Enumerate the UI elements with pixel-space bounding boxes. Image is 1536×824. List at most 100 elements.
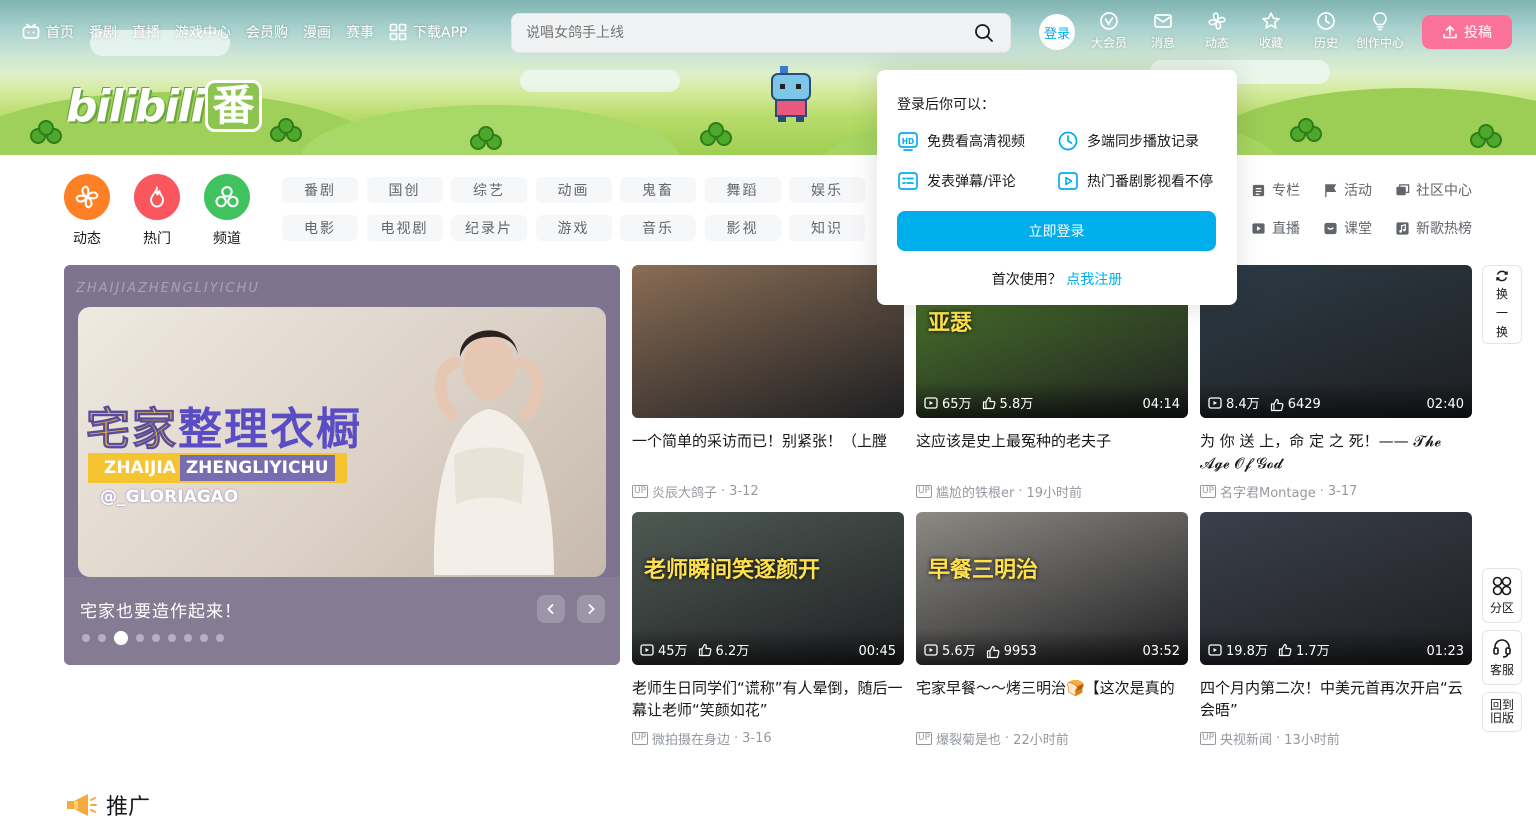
nav-download-app[interactable]: 下载APP xyxy=(389,22,467,42)
video-title[interactable]: 宅家早餐～～烤三明治🍞【这次是真的 xyxy=(916,677,1188,721)
channel-chip[interactable]: 综艺 xyxy=(451,177,527,203)
clock-icon xyxy=(1058,131,1078,151)
video-date: 3-16 xyxy=(742,731,772,746)
meta-separator: · xyxy=(721,484,726,499)
link-live[interactable]: 直播 xyxy=(1251,218,1323,238)
carousel-dot[interactable] xyxy=(184,634,192,642)
video-author[interactable]: 尴尬的铁根er xyxy=(936,482,1014,501)
upload-button[interactable]: 投稿 xyxy=(1422,15,1512,49)
search-button[interactable] xyxy=(972,21,996,45)
header-creator-center[interactable]: 创作中心 xyxy=(1356,11,1404,51)
channel-chip[interactable]: 游戏 xyxy=(535,215,612,241)
nav-manga[interactable]: 漫画 xyxy=(303,22,331,42)
carousel-dot[interactable] xyxy=(216,634,224,642)
carousel-prev-button[interactable] xyxy=(537,595,565,623)
upload-button-label: 投稿 xyxy=(1464,25,1492,41)
quick-channels-label: 频道 xyxy=(213,231,241,247)
carousel-dots xyxy=(82,631,224,645)
customer-service-button[interactable]: 客服 xyxy=(1482,630,1522,685)
search-input[interactable] xyxy=(526,25,972,41)
channel-chip[interactable]: 影视 xyxy=(704,215,781,241)
featured-carousel[interactable]: ZHAIJIAZHENGLIYICHU 宅家整理衣橱 ZHAIJIA ZHENGL… xyxy=(64,265,620,665)
link-column-label: 专栏 xyxy=(1272,183,1300,199)
carousel-dot[interactable] xyxy=(200,634,208,642)
header-dynamic[interactable]: 动态 xyxy=(1205,11,1229,51)
video-title[interactable]: 这应该是史上最冤种的老夫子 xyxy=(916,430,1188,474)
quick-channels-circle xyxy=(204,174,250,220)
carousel-dot[interactable] xyxy=(114,631,128,645)
video-title[interactable]: 一个简单的采访而已！别紧张！（上膛 xyxy=(632,430,904,474)
carousel-dot[interactable] xyxy=(152,634,160,642)
like-count: 1.7万 xyxy=(1278,640,1330,659)
video-card[interactable]: 一个简单的采访而已！别紧张！（上膛 UP 炎辰大鸽子 · 3-12 xyxy=(632,265,904,501)
quick-channels[interactable]: 频道 xyxy=(204,174,250,248)
zone-button[interactable]: 分区 xyxy=(1482,568,1522,623)
header-messages[interactable]: 消息 xyxy=(1151,11,1175,51)
nav-esports[interactable]: 赛事 xyxy=(346,22,374,42)
video-title[interactable]: 四个月内第二次！中美元首再次开启“云会晤” xyxy=(1200,677,1472,721)
video-author[interactable]: 微拍摄在身边 xyxy=(652,729,730,748)
carousel-dot[interactable] xyxy=(136,634,144,642)
video-title[interactable]: 老师生日同学们“谎称”有人晕倒，随后一幕让老师“笑颜如花” xyxy=(632,677,904,721)
video-thumbnail[interactable] xyxy=(632,265,904,418)
login-now-button[interactable]: 立即登录 xyxy=(897,211,1216,251)
like-count: 6429 xyxy=(1270,397,1321,412)
header-history[interactable]: 历史 xyxy=(1314,11,1338,51)
clover-decoration xyxy=(1470,124,1504,154)
quick-hot[interactable]: 热门 xyxy=(134,174,180,248)
carousel-headline-a: 宅家 xyxy=(86,404,178,456)
channel-chip[interactable]: 娱乐 xyxy=(789,177,865,203)
channel-chip[interactable]: 电影 xyxy=(282,215,358,241)
quick-dynamic[interactable]: 动态 xyxy=(64,174,110,248)
channel-chip[interactable]: 电视剧 xyxy=(366,215,443,241)
zone-label: 分区 xyxy=(1489,601,1514,615)
link-community[interactable]: 社区中心 xyxy=(1395,180,1495,200)
link-activity[interactable]: 活动 xyxy=(1323,180,1395,200)
carousel-next-button[interactable] xyxy=(577,595,605,623)
old-version-button[interactable]: 回到 旧版 xyxy=(1482,692,1522,732)
register-link[interactable]: 点我注册 xyxy=(1066,272,1122,288)
video-card[interactable]: 8.4万 6429 02:40 为 你 送 上，命 定 之 死！—— 𝓣𝓱𝓮 𝓐𝓰𝓮 … xyxy=(1200,265,1472,501)
video-card[interactable]: 早餐三明治 5.6万 9953 03:52 宅家早餐～～烤三明治🍞【这次是真的 UP 爆裂菊… xyxy=(916,512,1188,748)
video-stats: 45万 6.2万 00:45 xyxy=(632,629,904,665)
channel-chip[interactable]: 知识 xyxy=(789,215,865,241)
video-title[interactable]: 为 你 送 上，命 定 之 死！—— 𝓣𝓱𝓮 𝓐𝓰𝓮 𝓞𝓯 𝓖𝓸𝓭 xyxy=(1200,430,1472,474)
video-thumbnail[interactable]: 老师瞬间笑逐颜开 45万 6.2万 00:45 xyxy=(632,512,904,665)
uploader-badge-icon: UP xyxy=(632,485,649,498)
carousel-dot[interactable] xyxy=(82,634,90,642)
play-count-icon xyxy=(1208,396,1222,409)
channel-chip[interactable]: 舞蹈 xyxy=(704,177,781,203)
video-thumbnail[interactable]: 8.4万 6429 02:40 xyxy=(1200,265,1472,418)
channel-chip[interactable]: 鬼畜 xyxy=(620,177,696,203)
nav-anime[interactable]: 番剧 xyxy=(89,22,117,42)
bilibili-logo[interactable]: bilibili 番 xyxy=(66,80,262,132)
channel-chip[interactable]: 动画 xyxy=(535,177,612,203)
video-card[interactable]: 19.8万 1.7万 01:23 四个月内第二次！中美元首再次开启“云会晤” UP 央视新… xyxy=(1200,512,1472,748)
refresh-button[interactable]: 换 一 换 xyxy=(1482,265,1522,344)
channel-chip[interactable]: 番剧 xyxy=(282,177,358,203)
video-author[interactable]: 爆裂菊是也 xyxy=(936,729,1001,748)
video-author[interactable]: 名字君Montage xyxy=(1220,482,1316,501)
video-thumbnail[interactable]: 早餐三明治 5.6万 9953 03:52 xyxy=(916,512,1188,665)
video-thumbnail[interactable]: 19.8万 1.7万 01:23 xyxy=(1200,512,1472,665)
video-author[interactable]: 炎辰大鸽子 xyxy=(652,482,717,501)
login-avatar-button[interactable]: 登录 xyxy=(1039,14,1075,50)
channel-chip[interactable]: 音乐 xyxy=(620,215,696,241)
video-duration: 00:45 xyxy=(858,644,896,659)
link-class[interactable]: 课堂 xyxy=(1323,218,1395,238)
nav-home[interactable]: 首页 xyxy=(22,22,74,42)
nav-member-shop[interactable]: 会员购 xyxy=(246,22,288,42)
video-author[interactable]: 央视新闻 xyxy=(1220,729,1272,748)
nav-live[interactable]: 直播 xyxy=(132,22,160,42)
header-favorites[interactable]: 收藏 xyxy=(1259,11,1283,51)
carousel-caption[interactable]: 宅家也要造作起来！ xyxy=(80,597,242,622)
nav-game-center[interactable]: 游戏中心 xyxy=(175,22,231,42)
carousel-dot[interactable] xyxy=(168,634,176,642)
video-card[interactable]: 老师瞬间笑逐颜开 45万 6.2万 00:45 老师生日同学们“谎称”有人晕倒，随后一幕… xyxy=(632,512,904,748)
carousel-dot[interactable] xyxy=(98,634,106,642)
channel-chip[interactable]: 纪录片 xyxy=(451,215,527,241)
link-music-chart[interactable]: 新歌热榜 xyxy=(1395,218,1495,238)
link-column[interactable]: 专栏 xyxy=(1251,180,1323,200)
channel-chip[interactable]: 国创 xyxy=(366,177,443,203)
header-vip[interactable]: 大会员 xyxy=(1091,11,1127,51)
